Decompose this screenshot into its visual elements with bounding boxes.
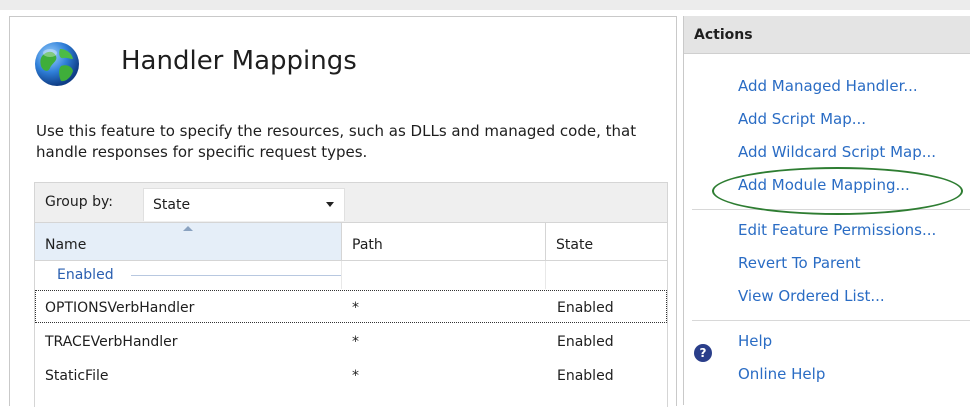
cell-path: *	[352, 368, 359, 384]
add-script-map-link[interactable]: Add Script Map...	[738, 110, 866, 128]
handler-mappings-grid: Group by: State Name Path State Enabled	[34, 182, 668, 407]
actions-separator	[692, 320, 970, 321]
column-header-state-label: State	[556, 237, 594, 253]
view-ordered-list-link[interactable]: View Ordered List...	[738, 287, 885, 305]
column-header-path-label: Path	[352, 237, 383, 253]
cell-name: StaticFile	[45, 368, 109, 384]
cell-path: *	[352, 334, 359, 350]
sort-ascending-icon	[183, 226, 193, 231]
cell-state: Enabled	[557, 300, 614, 316]
group-header-enabled[interactable]: Enabled	[35, 261, 667, 289]
column-divider	[545, 261, 546, 289]
page-title: Handler Mappings	[121, 46, 357, 76]
cell-state: Enabled	[557, 368, 614, 384]
actions-pane: Actions Add Managed Handler... Add Scrip…	[683, 16, 970, 405]
main-panel: Handler Mappings Use this feature to spe…	[9, 16, 677, 407]
cell-state: Enabled	[557, 334, 614, 350]
column-header-name[interactable]: Name	[35, 223, 342, 260]
group-by-value: State	[153, 197, 191, 213]
globe-icon	[35, 42, 79, 86]
column-header-name-label: Name	[45, 237, 87, 253]
feature-description: Use this feature to specify the resource…	[36, 122, 637, 161]
add-wildcard-script-map-link[interactable]: Add Wildcard Script Map...	[738, 143, 936, 161]
column-header-state[interactable]: State	[546, 223, 667, 260]
group-by-label: Group by:	[45, 194, 113, 210]
cell-name: OPTIONSVerbHandler	[45, 300, 195, 316]
column-divider	[341, 261, 342, 289]
chevron-down-icon	[326, 202, 334, 207]
revert-to-parent-link[interactable]: Revert To Parent	[738, 254, 860, 272]
column-header-path[interactable]: Path	[342, 223, 546, 260]
column-header-row: Name Path State	[35, 223, 667, 261]
cell-path: *	[352, 300, 359, 316]
top-strip	[0, 0, 970, 10]
table-row[interactable]: OPTIONSVerbHandler * Enabled	[35, 290, 667, 323]
actions-header: Actions	[684, 16, 970, 54]
online-help-link[interactable]: Online Help	[738, 365, 825, 383]
help-link[interactable]: Help	[738, 332, 772, 350]
actions-header-title: Actions	[694, 27, 753, 43]
add-module-mapping-link[interactable]: Add Module Mapping...	[738, 176, 910, 194]
actions-separator	[692, 209, 970, 210]
edit-feature-permissions-link[interactable]: Edit Feature Permissions...	[738, 221, 936, 239]
group-divider	[131, 275, 341, 276]
group-by-dropdown[interactable]: State	[143, 188, 345, 221]
group-header-label: Enabled	[57, 267, 114, 283]
group-by-bar: Group by: State	[35, 183, 667, 223]
add-managed-handler-link[interactable]: Add Managed Handler...	[738, 77, 918, 95]
table-row[interactable]: StaticFile * Enabled	[35, 358, 667, 391]
table-row[interactable]: TRACEVerbHandler * Enabled	[35, 324, 667, 357]
help-icon[interactable]: ?	[694, 344, 712, 362]
cell-name: TRACEVerbHandler	[45, 334, 178, 350]
